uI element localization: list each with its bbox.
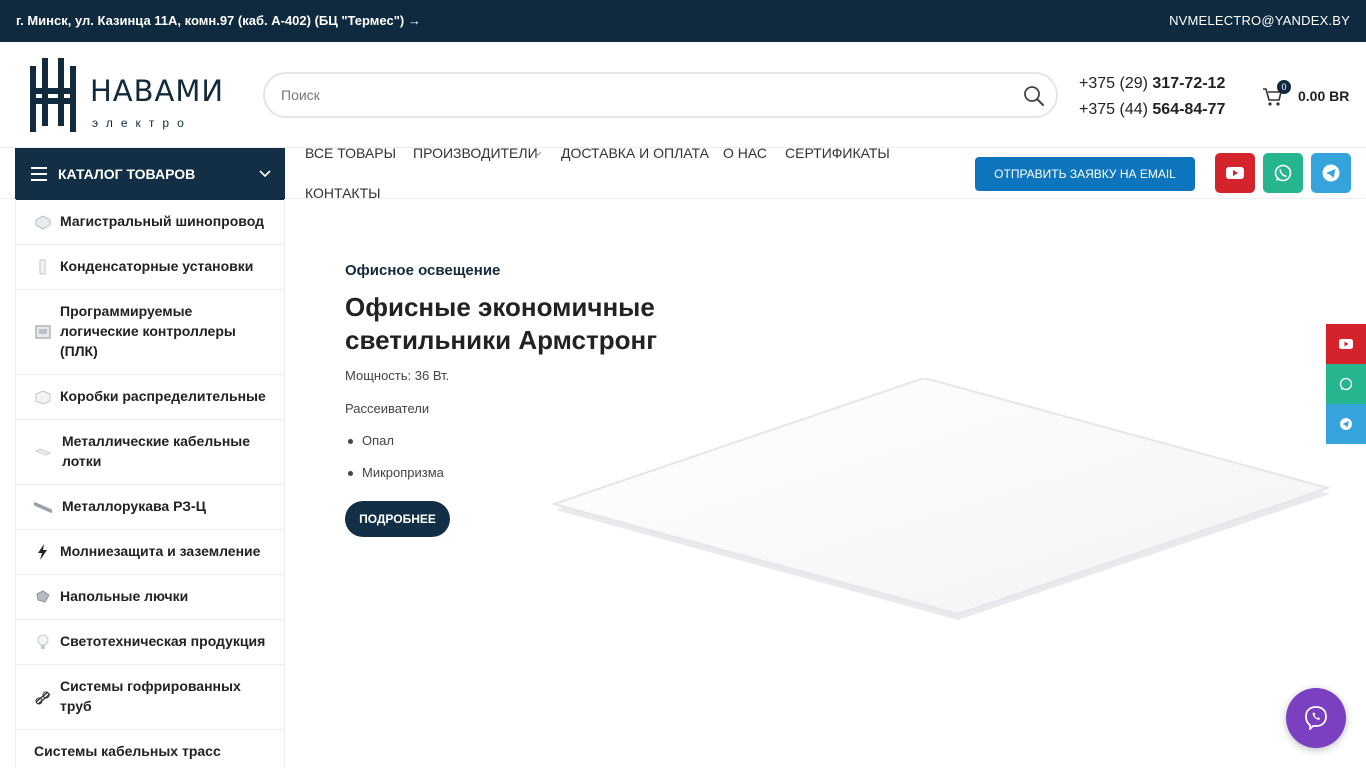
corrugated-pipe-icon bbox=[35, 691, 51, 705]
whatsapp-button[interactable] bbox=[1263, 153, 1303, 193]
sidebar-item-busbar[interactable]: Магистральный шинопровод bbox=[16, 199, 285, 245]
ceiling-panel-image bbox=[552, 378, 1332, 620]
header: НАВАМИ электро +375 (29) 317-72-12 +375 … bbox=[0, 42, 1366, 148]
viber-chat-button[interactable] bbox=[1286, 688, 1346, 748]
email-link[interactable]: NVMELECTRO@YANDEX.BY bbox=[1169, 13, 1350, 28]
catalog-label: КАТАЛОГ ТОВАРОВ bbox=[58, 166, 196, 182]
capacitor-icon bbox=[39, 259, 46, 275]
menu-item-contacts[interactable]: КОНТАКТЫ bbox=[305, 185, 381, 201]
more-details-button[interactable]: ПОДРОБНЕЕ bbox=[345, 501, 450, 537]
menu-item-all-products[interactable]: ВСЕ ТОВАРЫ bbox=[305, 145, 396, 161]
menu-item-delivery[interactable]: ДОСТАВКА И ОПЛАТА bbox=[561, 145, 709, 161]
floor-box-icon bbox=[36, 590, 50, 603]
chevron-down-icon bbox=[534, 151, 542, 156]
sidebar-item-lightning-protection[interactable]: Молниезащита и заземление bbox=[16, 530, 285, 575]
site-logo[interactable]: НАВАМИ электро bbox=[28, 58, 238, 134]
search-box bbox=[263, 72, 1058, 118]
hero-title: Офисные экономичные светильники Армстрон… bbox=[345, 292, 658, 355]
hero-diffuser-item: Опал bbox=[348, 433, 394, 448]
menu-item-certificates[interactable]: СЕРТИФИКАТЫ bbox=[785, 145, 890, 161]
address-link[interactable]: г. Минск, ул. Казинца 11А, комн.97 (каб.… bbox=[16, 13, 421, 28]
light-bulb-icon bbox=[37, 634, 49, 649]
whatsapp-icon bbox=[1274, 164, 1292, 182]
hamburger-icon bbox=[31, 167, 47, 181]
youtube-button[interactable] bbox=[1215, 153, 1255, 193]
junction-box-icon bbox=[35, 390, 51, 405]
hero-category: Офисное освещение bbox=[345, 262, 501, 279]
phone-1[interactable]: +375 (29) 317-72-12 bbox=[1079, 71, 1225, 97]
sidebar-item-cable-trays[interactable]: Металлические кабельные лотки bbox=[16, 420, 285, 485]
sidebar-item-corrugated-pipes[interactable]: Системы гофрированных труб bbox=[16, 665, 285, 730]
viber-icon bbox=[1305, 706, 1327, 730]
plc-icon bbox=[35, 325, 51, 339]
phone-block: +375 (29) 317-72-12 +375 (44) 564-84-77 bbox=[1079, 71, 1225, 123]
hero-diffusers-label: Рассеиватели bbox=[345, 401, 430, 416]
logo-mark-icon bbox=[30, 58, 76, 132]
telegram-icon bbox=[1340, 418, 1352, 430]
side-whatsapp-button[interactable] bbox=[1326, 364, 1366, 404]
search-icon[interactable] bbox=[1022, 84, 1046, 108]
side-youtube-button[interactable] bbox=[1326, 324, 1366, 364]
logo-text: НАВАМИ bbox=[90, 74, 225, 108]
cable-tray-icon bbox=[34, 448, 52, 456]
hero-diffuser-item: Микропризма bbox=[348, 465, 444, 480]
youtube-icon bbox=[1226, 167, 1244, 179]
catalog-sidebar: Магистральный шинопровод Конденсаторные … bbox=[15, 199, 285, 768]
sidebar-item-floor-boxes[interactable]: Напольные лючки bbox=[16, 575, 285, 620]
nav-row: КАТАЛОГ ТОВАРОВ ВСЕ ТОВАРЫ ПРОИЗВОДИТЕЛИ… bbox=[0, 145, 1366, 201]
search-input[interactable] bbox=[281, 84, 1001, 106]
sidebar-item-plc[interactable]: Программируемые логические контроллеры (… bbox=[16, 290, 285, 375]
telegram-icon bbox=[1322, 164, 1340, 182]
phone-2[interactable]: +375 (44) 564-84-77 bbox=[1079, 97, 1225, 123]
sidebar-item-capacitor-units[interactable]: Конденсаторные установки bbox=[16, 245, 285, 290]
catalog-button[interactable]: КАТАЛОГ ТОВАРОВ bbox=[15, 148, 285, 200]
cart-total: 0.00 BR bbox=[1298, 88, 1350, 104]
whatsapp-icon bbox=[1339, 377, 1353, 391]
chevron-down-icon bbox=[259, 170, 271, 178]
menu-item-about[interactable]: О НАС bbox=[723, 145, 767, 161]
menu-item-manufacturers[interactable]: ПРОИЗВОДИТЕЛИ bbox=[413, 145, 538, 161]
top-bar: г. Минск, ул. Казинца 11А, комн.97 (каб.… bbox=[0, 0, 1366, 42]
sidebar-item-cable-routes[interactable]: Системы кабельных трасс bbox=[16, 730, 285, 775]
sidebar-item-metal-hoses[interactable]: Металлорукава РЗ-Ц bbox=[16, 485, 285, 530]
busbar-icon bbox=[35, 215, 51, 230]
metal-hose-icon bbox=[34, 502, 52, 513]
side-telegram-button[interactable] bbox=[1326, 404, 1366, 444]
logo-subtext: электро bbox=[92, 116, 192, 130]
lightning-icon bbox=[38, 544, 47, 560]
youtube-icon bbox=[1339, 339, 1353, 349]
telegram-button[interactable] bbox=[1311, 153, 1351, 193]
sidebar-item-junction-boxes[interactable]: Коробки распределительные bbox=[16, 375, 285, 420]
hero-power: Мощность: 36 Вт. bbox=[345, 368, 450, 383]
sidebar-item-lighting[interactable]: Светотехническая продукция bbox=[16, 620, 285, 665]
cart-count-badge: 0 bbox=[1277, 80, 1291, 94]
cart-button[interactable]: 0 0.00 BR bbox=[1262, 80, 1362, 112]
send-email-request-button[interactable]: ОТПРАВИТЬ ЗАЯВКУ НА EMAIL bbox=[975, 157, 1195, 191]
